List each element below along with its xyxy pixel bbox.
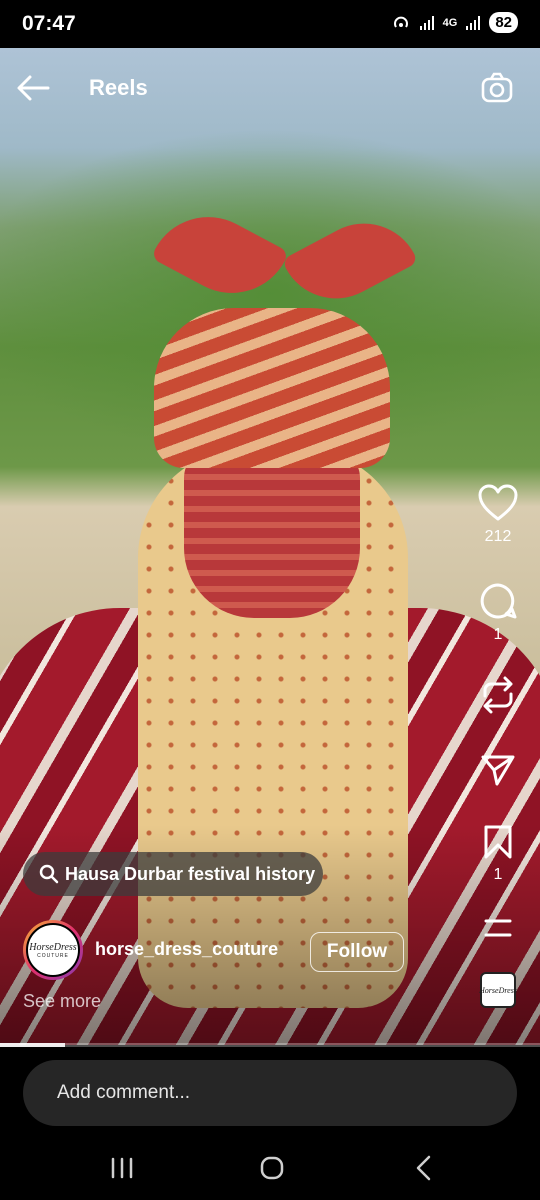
more-action[interactable] — [463, 918, 533, 938]
arrow-left-icon[interactable] — [16, 74, 50, 102]
follow-button[interactable]: Follow — [310, 932, 404, 972]
signal-icon — [419, 15, 434, 30]
turban — [154, 308, 390, 468]
comment-action[interactable]: 1 — [463, 582, 533, 644]
username[interactable]: horse_dress_couture — [95, 939, 278, 960]
avatar-brand: HorseDress — [29, 941, 77, 953]
avatar-sub: COUTURE — [37, 952, 69, 959]
bookmark-icon[interactable] — [483, 824, 513, 860]
topic-chip[interactable]: Hausa Durbar festival history — [23, 852, 323, 896]
see-more-link[interactable]: See more — [23, 991, 101, 1012]
chevron-left-icon — [416, 1155, 431, 1181]
avatar[interactable]: HorseDress COUTURE — [23, 920, 83, 980]
more-icon[interactable] — [483, 918, 513, 938]
signal-icon-2 — [466, 15, 481, 30]
recent-apps-button[interactable] — [102, 1150, 142, 1186]
battery-level: 82 — [489, 12, 518, 33]
save-count: 1 — [493, 866, 503, 883]
home-button[interactable] — [252, 1150, 292, 1186]
comment-count: 1 — [493, 626, 503, 643]
system-back-button[interactable] — [404, 1150, 444, 1186]
audio-brand: HorseDress — [479, 985, 517, 995]
heart-icon[interactable] — [478, 484, 518, 522]
share-action[interactable] — [463, 752, 533, 788]
page-title: Reels — [89, 75, 148, 100]
hotspot-icon — [393, 16, 408, 28]
search-icon — [39, 864, 59, 884]
save-action[interactable]: 1 — [463, 824, 533, 884]
topic-label: Hausa Durbar festival history — [65, 863, 316, 884]
like-count: 212 — [484, 528, 512, 545]
audio-thumbnail[interactable]: HorseDress — [479, 972, 517, 1008]
avatar-logo: HorseDress COUTURE — [26, 923, 80, 977]
repost-icon[interactable] — [479, 676, 517, 714]
comment-input[interactable] — [23, 1060, 517, 1126]
like-action[interactable]: 212 — [463, 484, 533, 546]
face-cover — [184, 448, 360, 618]
recent-apps-icon — [111, 1157, 133, 1179]
network-type: 4G — [442, 16, 458, 29]
send-icon[interactable] — [480, 752, 516, 788]
home-icon — [260, 1156, 284, 1180]
system-icons: 4G 82 — [391, 12, 518, 33]
camera-icon[interactable] — [480, 72, 514, 104]
status-bar: 07:47 4G 82 — [0, 0, 540, 48]
comment-icon[interactable] — [479, 582, 517, 620]
repost-action[interactable] — [463, 676, 533, 714]
status-time: 07:47 — [22, 12, 76, 35]
